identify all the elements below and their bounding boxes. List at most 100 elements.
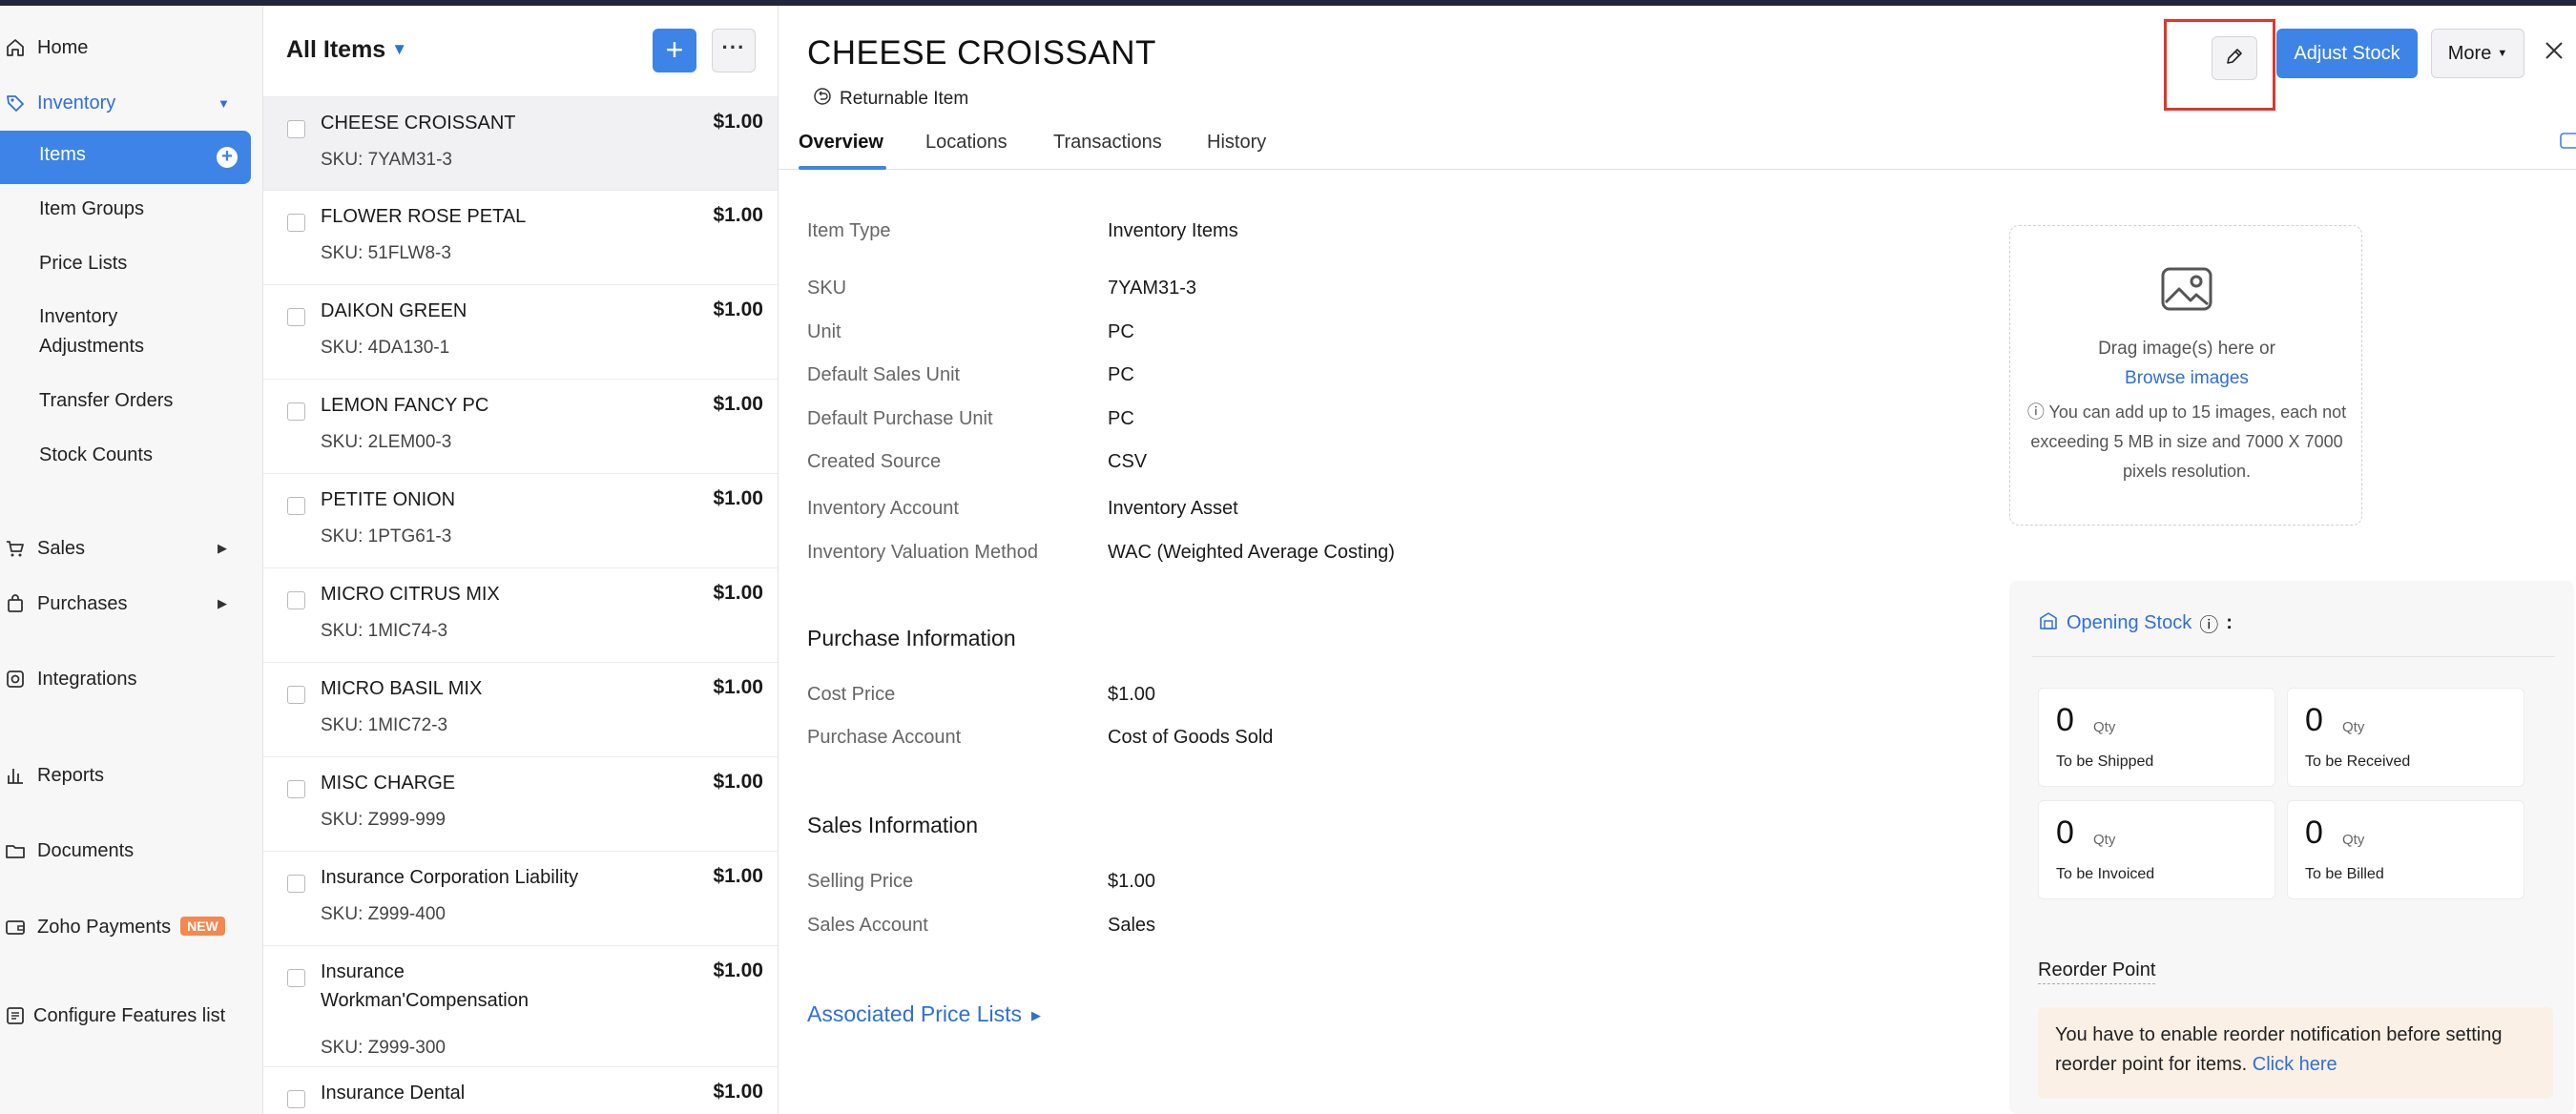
item-name: Insurance Workman'Compensation bbox=[321, 961, 529, 1011]
item-name: FLOWER ROSE PETAL bbox=[321, 206, 527, 227]
stock-quantity: 0 bbox=[2056, 815, 2074, 851]
item-row[interactable]: Insurance Workman'Compensation SKU: Z999-… bbox=[263, 945, 778, 1066]
item-row[interactable]: MICRO BASIL MIX SKU: 1MIC72-3 $1.00 bbox=[263, 662, 778, 756]
new-item-button[interactable]: + bbox=[653, 29, 696, 72]
sidebar-item-stock-counts[interactable]: Stock Counts bbox=[39, 441, 153, 470]
sidebar: Home Inventory ▼ Items + Item Groups Pri… bbox=[0, 6, 263, 1114]
bag-icon bbox=[3, 591, 28, 616]
row-checkbox[interactable] bbox=[287, 780, 305, 798]
add-item-icon[interactable]: + bbox=[217, 147, 238, 168]
sidebar-item-transfer-orders[interactable]: Transfer Orders bbox=[39, 386, 173, 416]
stock-quantity: 0 bbox=[2056, 702, 2074, 738]
item-row[interactable]: LEMON FANCY PC SKU: 2LEM00-3 $1.00 bbox=[263, 379, 778, 473]
configure-icon bbox=[3, 1003, 28, 1028]
tab-overview[interactable]: Overview bbox=[799, 132, 883, 154]
sidebar-item-label: Items bbox=[39, 144, 86, 165]
stock-label: To be Billed bbox=[2305, 866, 2384, 882]
sidebar-item-zoho-payments[interactable]: Zoho Payments NEW bbox=[0, 903, 263, 951]
info-icon: ⓘ bbox=[2026, 402, 2045, 422]
sidebar-item-item-groups[interactable]: Item Groups bbox=[39, 195, 144, 224]
sidebar-item-label: Inventory bbox=[37, 92, 116, 113]
tab-history[interactable]: History bbox=[1207, 132, 1266, 154]
item-list-panel: All Items ▼ + ··· CHEESE CROISSANT SKU: 7Y… bbox=[263, 6, 779, 1114]
sidebar-item-inventory[interactable]: Inventory ▼ bbox=[0, 79, 263, 127]
field-label: Item Type bbox=[807, 220, 891, 241]
field-label: Selling Price bbox=[807, 871, 914, 892]
stock-unit: Qty bbox=[2093, 719, 2116, 735]
sidebar-item-documents[interactable]: Documents bbox=[0, 827, 263, 875]
sidebar-item-inventory-adjustments[interactable]: Inventory Adjustments bbox=[39, 302, 192, 361]
cart-icon bbox=[3, 536, 28, 561]
item-sku: SKU: Z999-300 bbox=[321, 1038, 446, 1058]
more-options-button[interactable]: ··· bbox=[712, 29, 756, 72]
item-row[interactable]: FLOWER ROSE PETAL SKU: 51FLW8-3 $1.00 bbox=[263, 190, 778, 284]
wallet-icon bbox=[3, 915, 28, 939]
returnable-label: Returnable Item bbox=[840, 89, 969, 109]
item-sku: SKU: 7YAM31-3 bbox=[321, 150, 452, 170]
field-value: Inventory Items bbox=[1108, 220, 1238, 241]
sidebar-item-sales[interactable]: Sales ▶ bbox=[0, 525, 263, 572]
stock-summary-panel: Opening Stock ⓘ : 0 Qty To be Shipped 0 Qty T… bbox=[2009, 581, 2574, 1114]
item-sku: SKU: Z999-400 bbox=[321, 904, 446, 924]
image-limit-text: You can add up to 15 images, each not ex… bbox=[2030, 402, 2347, 481]
item-row[interactable]: DAIKON GREEN SKU: 4DA130-1 $1.00 bbox=[263, 284, 778, 379]
item-row[interactable]: Insurance Corporation Liability SKU: Z999… bbox=[263, 851, 778, 945]
row-checkbox[interactable] bbox=[287, 969, 305, 987]
close-button[interactable] bbox=[2540, 38, 2568, 67]
sidebar-item-label: Zoho Payments NEW bbox=[37, 916, 225, 939]
field-label: Created Source bbox=[807, 451, 942, 472]
sidebar-item-label: Home bbox=[37, 36, 89, 58]
row-checkbox[interactable] bbox=[287, 308, 305, 326]
info-icon[interactable]: ⓘ bbox=[2199, 609, 2218, 637]
row-checkbox[interactable] bbox=[287, 686, 305, 704]
edit-button[interactable] bbox=[2212, 36, 2257, 80]
row-checkbox[interactable] bbox=[287, 875, 305, 893]
item-sku: SKU: 51FLW8-3 bbox=[321, 243, 451, 263]
associated-price-lists-toggle[interactable]: Associated Price Lists ▶ bbox=[807, 1001, 1041, 1027]
browse-images-link[interactable]: Browse images bbox=[2010, 368, 2363, 389]
sidebar-item-price-lists[interactable]: Price Lists bbox=[39, 249, 127, 278]
item-row[interactable]: Insurance Dental $1.00 bbox=[263, 1066, 778, 1114]
tab-locations[interactable]: Locations bbox=[925, 132, 1008, 154]
sidebar-item-label: Sales bbox=[37, 537, 86, 559]
item-name: MICRO BASIL MIX bbox=[321, 678, 483, 699]
opening-stock-colon: : bbox=[2226, 612, 2233, 633]
row-checkbox[interactable] bbox=[287, 1090, 305, 1108]
more-button[interactable]: More ▼ bbox=[2431, 29, 2524, 78]
sidebar-item-purchases[interactable]: Purchases ▶ bbox=[0, 580, 263, 628]
stock-card: 0 Qty To be Received bbox=[2287, 688, 2524, 787]
item-row[interactable]: PETITE ONION SKU: 1PTG61-3 $1.00 bbox=[263, 473, 778, 567]
associated-price-lists-label: Associated Price Lists bbox=[807, 1001, 1022, 1026]
item-row[interactable]: MISC CHARGE SKU: Z999-999 $1.00 bbox=[263, 756, 778, 851]
click-here-link[interactable]: Click here bbox=[2253, 1054, 2337, 1075]
item-price: $1.00 bbox=[713, 771, 763, 793]
field-label: SKU bbox=[807, 278, 847, 299]
opening-stock-heading[interactable]: Opening Stock ⓘ : bbox=[2038, 609, 2233, 637]
tab-transactions[interactable]: Transactions bbox=[1053, 132, 1162, 154]
sidebar-item-items[interactable]: Items + bbox=[0, 131, 251, 184]
row-checkbox[interactable] bbox=[287, 402, 305, 421]
item-name: CHEESE CROISSANT bbox=[321, 113, 516, 134]
opening-stock-label: Opening Stock bbox=[2067, 612, 2192, 633]
item-price: $1.00 bbox=[713, 865, 763, 887]
field-label: Default Sales Unit bbox=[807, 364, 961, 385]
sidebar-item-configure-features[interactable]: Configure Features list bbox=[0, 992, 263, 1040]
item-price: $1.00 bbox=[713, 676, 763, 698]
caret-right-icon: ▶ bbox=[1030, 1008, 1041, 1022]
item-name: Insurance Dental bbox=[321, 1083, 466, 1104]
adjust-stock-button[interactable]: Adjust Stock bbox=[2276, 29, 2418, 78]
row-checkbox[interactable] bbox=[287, 120, 305, 138]
item-row[interactable]: MICRO CITRUS MIX SKU: 1MIC74-3 $1.00 bbox=[263, 567, 778, 662]
field-value: Inventory Asset bbox=[1108, 498, 1238, 519]
row-checkbox[interactable] bbox=[287, 591, 305, 609]
folder-icon bbox=[3, 838, 28, 863]
stock-quantity: 0 bbox=[2305, 702, 2323, 738]
view-selector[interactable]: All Items ▼ bbox=[286, 36, 407, 64]
sidebar-item-reports[interactable]: Reports bbox=[0, 752, 263, 799]
item-row[interactable]: CHEESE CROISSANT SKU: 7YAM31-3 $1.00 bbox=[263, 96, 778, 191]
sidebar-item-home[interactable]: Home bbox=[0, 24, 263, 72]
row-checkbox[interactable] bbox=[287, 497, 305, 515]
image-dropzone[interactable]: Drag image(s) here or Browse images ⓘ Yo… bbox=[2009, 225, 2362, 526]
sidebar-item-integrations[interactable]: Integrations bbox=[0, 655, 263, 703]
row-checkbox[interactable] bbox=[287, 214, 305, 232]
